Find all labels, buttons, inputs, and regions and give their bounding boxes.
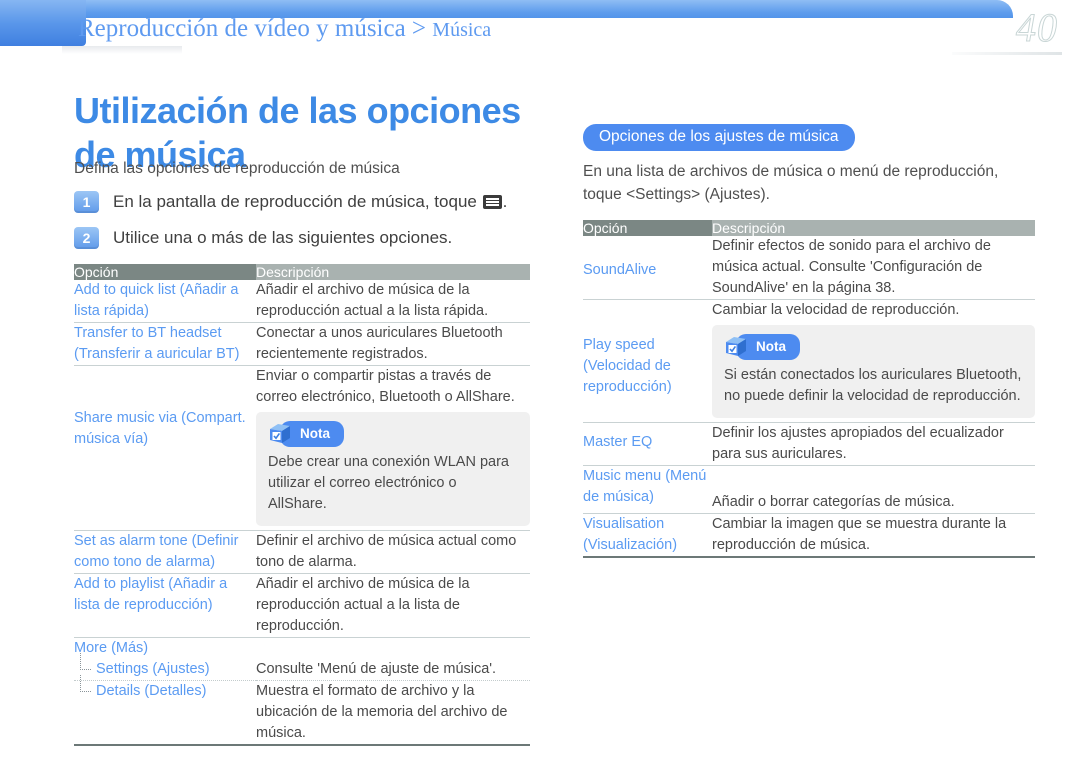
column-header-option: Opción xyxy=(74,264,256,280)
option-description: Definir el archivo de música actual como… xyxy=(256,530,530,574)
option-description: Cambiar la velocidad de reproducción. xyxy=(712,299,1035,321)
note-body: Si están conectados los auriculares Blue… xyxy=(724,367,1022,404)
table-header-row: Opción Descripción xyxy=(74,264,530,280)
step-text-1: En la pantalla de reproducción de música… xyxy=(113,191,507,213)
breadcrumb: Reproducción de vídeo y música > Música xyxy=(78,15,491,43)
sub-option-settings-description: Consulte 'Menú de ajuste de música'. xyxy=(256,661,497,677)
option-name xyxy=(583,299,712,321)
step-item-2: 2 Utilice una o más de las siguientes op… xyxy=(74,227,452,249)
note-header: Nota xyxy=(724,334,1023,360)
option-description: Añadir el archivo de música de la reprod… xyxy=(256,282,489,319)
breadcrumb-main: Reproducción de vídeo y música > xyxy=(78,15,433,42)
note-box: Nota Si están conectados los auriculares… xyxy=(712,325,1035,418)
corner-tab-decoration xyxy=(0,0,86,46)
option-name[interactable]: Master EQ xyxy=(583,422,712,466)
option-group-details[interactable]: Details (Detalles) xyxy=(74,675,256,744)
note-box: Nota Debe crear una conexión WLAN para u… xyxy=(256,412,530,526)
table-row: Transfer to BT headset (Transferir a aur… xyxy=(74,322,530,366)
option-description: Cambiar la imagen que se muestra durante… xyxy=(712,513,1035,556)
option-name[interactable]: More (Más) xyxy=(74,638,256,659)
step-item-1: 1 En la pantalla de reproducción de músi… xyxy=(74,191,507,213)
step-text-1-after: . xyxy=(502,192,508,211)
table-row: SoundAlive Definir efectos de sonido par… xyxy=(583,236,1035,300)
table-row: Add to playlist (Añadir a lista de repro… xyxy=(74,573,530,638)
option-name[interactable]: Share music via (Compart. música vía) xyxy=(74,408,256,531)
menu-icon xyxy=(482,195,502,209)
step-text-2: Utilice una o más de las siguientes opci… xyxy=(113,228,453,247)
step-number-1: 1 xyxy=(74,191,99,213)
option-name[interactable]: Set as alarm tone (Definir como tono de … xyxy=(74,530,256,574)
table-header-row: Opción Descripción xyxy=(583,220,1035,236)
table-row-details: Details (Detalles) Muestra el formato de… xyxy=(74,675,530,744)
option-description: Añadir el archivo de música de la reprod… xyxy=(256,573,530,638)
option-name[interactable]: Add to quick list (Añadir a lista rápida… xyxy=(74,280,256,323)
option-description: Conectar a unos auriculares Bluetooth re… xyxy=(256,322,530,366)
option-name[interactable]: Add to playlist (Añadir a lista de repro… xyxy=(74,573,256,638)
table-row: Cambiar la velocidad de reproducción. xyxy=(583,299,1035,321)
note-cube-icon xyxy=(724,336,748,358)
table-row: Visualisation (Visualización) Cambiar la… xyxy=(583,513,1035,556)
music-settings-table: Opción Descripción SoundAlive Definir ef… xyxy=(583,220,1035,556)
table-row: Enviar o compartir pistas a través de co… xyxy=(74,365,530,408)
step-number-2: 2 xyxy=(74,227,99,249)
table-row: Share music via (Compart. música vía) No… xyxy=(74,408,530,531)
page-number: 40 xyxy=(1016,5,1058,51)
page-number-rule xyxy=(952,52,1062,55)
option-name[interactable]: Visualisation (Visualización) xyxy=(583,513,712,556)
table-row: Master EQ Definir los ajustes apropiados… xyxy=(583,422,1035,466)
option-name xyxy=(74,365,256,408)
note-cube-icon xyxy=(268,423,292,445)
option-description: Definir efectos de sonido para el archiv… xyxy=(712,238,991,296)
table-row: Play speed (Velocidad de reproducción) N… xyxy=(583,321,1035,423)
option-description: Enviar o compartir pistas a través de co… xyxy=(256,365,530,408)
music-options-table: Opción Descripción Add to quick list (Añ… xyxy=(74,264,530,744)
sub-option-details-description: Muestra el formato de archivo y la ubica… xyxy=(256,680,530,744)
table-row: Music menu (Menú de música) Añadir o bor… xyxy=(583,465,1035,514)
section-badge: Opciones de los ajustes de música xyxy=(583,124,855,151)
note-body: Debe crear una conexión WLAN para utiliz… xyxy=(268,454,509,512)
column-header-description: Descripción xyxy=(256,264,530,280)
option-description: Añadir o borrar categorías de música. xyxy=(712,465,1035,514)
option-name[interactable]: Music menu (Menú de música) xyxy=(583,465,712,514)
page-intro-text: Defina las opciones de reproducción de m… xyxy=(74,160,400,177)
sub-option-details[interactable]: Details (Detalles) xyxy=(74,675,256,702)
option-name[interactable]: SoundAlive xyxy=(583,236,712,300)
sub-option-settings[interactable]: Settings (Ajustes) xyxy=(74,653,256,680)
section-intro-text: En una lista de archivos de música o men… xyxy=(583,163,999,203)
page-edge-shadow xyxy=(62,46,182,54)
breadcrumb-sub: Música xyxy=(432,19,492,41)
table-row: Set as alarm tone (Definir como tono de … xyxy=(74,530,530,574)
right-table-bottom-rule xyxy=(583,556,1035,558)
step-text-1-before: En la pantalla de reproducción de música… xyxy=(113,192,482,211)
option-group[interactable]: More (Más) Settings (Ajustes) xyxy=(74,637,256,681)
option-name[interactable]: Transfer to BT headset (Transferir a aur… xyxy=(74,322,256,366)
column-header-option: Opción xyxy=(583,220,712,236)
option-description: Definir los ajustes apropiados del ecual… xyxy=(712,422,1035,466)
table-row-more: More (Más) Settings (Ajustes) Consulte '… xyxy=(74,637,530,681)
option-note-cell: Nota Debe crear una conexión WLAN para u… xyxy=(256,408,530,531)
sub-option-description: Consulte 'Menú de ajuste de música'. xyxy=(256,637,530,681)
option-note-cell: Nota Si están conectados los auriculares… xyxy=(712,321,1035,423)
option-name[interactable]: Play speed (Velocidad de reproducción) xyxy=(583,321,712,423)
table-row: Add to quick list (Añadir a lista rápida… xyxy=(74,280,530,323)
note-header: Nota xyxy=(268,421,518,447)
column-header-description: Descripción xyxy=(712,220,1035,236)
left-table-bottom-rule xyxy=(74,744,530,746)
